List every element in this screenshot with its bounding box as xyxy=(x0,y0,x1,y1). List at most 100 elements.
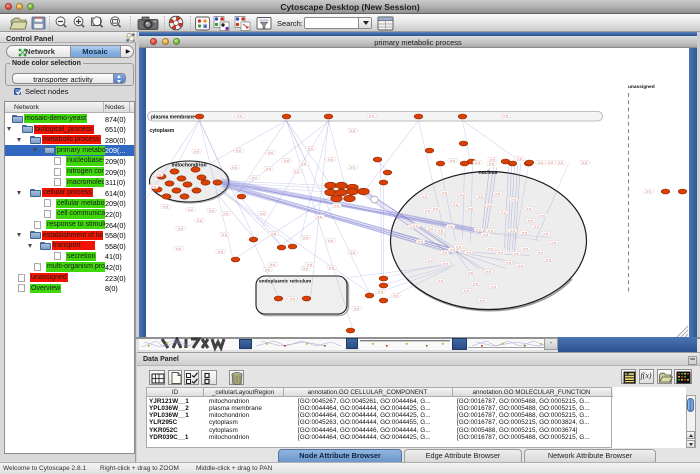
svg-text:[s-p]: [s-p] xyxy=(475,227,480,231)
svg-text:[s-p]: [s-p] xyxy=(645,189,650,193)
svg-text:[s-p]: [s-p] xyxy=(270,231,275,235)
svg-text:[s-p]: [s-p] xyxy=(327,157,332,161)
svg-text:[s-p]: [s-p] xyxy=(327,238,332,242)
svg-text:[s-p]: [s-p] xyxy=(208,208,213,212)
svg-text:[s-p]: [s-p] xyxy=(449,158,454,162)
svg-text:[s-p]: [s-p] xyxy=(502,113,507,117)
svg-text:[s-p]: [s-p] xyxy=(235,148,240,152)
svg-text:[s-p]: [s-p] xyxy=(328,265,333,269)
svg-text:[s-p]: [s-p] xyxy=(539,213,544,217)
svg-text:[s-p]: [s-p] xyxy=(175,246,180,250)
svg-text:[s-p]: [s-p] xyxy=(527,218,532,222)
svg-text:[s-p]: [s-p] xyxy=(486,203,491,207)
svg-text:nucleus: nucleus xyxy=(478,170,497,176)
svg-text:[s-p]: [s-p] xyxy=(222,211,227,215)
svg-text:[s-p]: [s-p] xyxy=(368,113,373,117)
svg-text:[s-p]: [s-p] xyxy=(437,228,442,232)
svg-text:[s-p]: [s-p] xyxy=(510,197,515,201)
svg-text:[s-p]: [s-p] xyxy=(533,224,538,228)
svg-text:[s-p]: [s-p] xyxy=(265,166,270,170)
svg-text:[s-p]: [s-p] xyxy=(155,172,160,176)
svg-text:[s-p]: [s-p] xyxy=(497,250,502,254)
svg-text:[s-p]: [s-p] xyxy=(302,235,307,239)
svg-text:[s-p]: [s-p] xyxy=(217,249,222,253)
svg-text:[s-p]: [s-p] xyxy=(392,293,397,297)
svg-text:[s-p]: [s-p] xyxy=(479,298,484,302)
svg-text:[s-p]: [s-p] xyxy=(193,149,198,153)
svg-text:[s-p]: [s-p] xyxy=(494,191,499,195)
svg-text:[s-p]: [s-p] xyxy=(516,156,521,160)
svg-text:[s-p]: [s-p] xyxy=(452,202,457,206)
svg-text:[s-p]: [s-p] xyxy=(432,206,437,210)
svg-text:[s-p]: [s-p] xyxy=(196,218,201,222)
svg-text:[s-p]: [s-p] xyxy=(441,250,446,254)
svg-text:[s-p]: [s-p] xyxy=(349,250,354,254)
svg-text:[s-p]: [s-p] xyxy=(537,250,542,254)
svg-text:[s-p]: [s-p] xyxy=(557,160,562,164)
svg-text:[s-p]: [s-p] xyxy=(542,231,547,235)
svg-text:[s-p]: [s-p] xyxy=(221,232,226,236)
svg-text:[s-p]: [s-p] xyxy=(300,161,305,165)
svg-text:[s-p]: [s-p] xyxy=(488,161,493,165)
svg-text:[s-p]: [s-p] xyxy=(187,207,192,211)
svg-text:[s-p]: [s-p] xyxy=(150,184,155,188)
svg-text:[s-p]: [s-p] xyxy=(505,260,510,264)
svg-text:[s-p]: [s-p] xyxy=(349,128,354,132)
svg-text:[s-p]: [s-p] xyxy=(500,210,505,214)
svg-text:[s-p]: [s-p] xyxy=(421,194,426,198)
svg-text:[s-p]: [s-p] xyxy=(427,226,432,230)
svg-text:[s-p]: [s-p] xyxy=(162,204,167,208)
svg-text:[s-p]: [s-p] xyxy=(267,150,272,154)
svg-text:[s-p]: [s-p] xyxy=(259,211,264,215)
svg-text:[s-p]: [s-p] xyxy=(482,232,487,236)
svg-text:[s-p]: [s-p] xyxy=(236,113,241,117)
svg-text:[s-p]: [s-p] xyxy=(485,269,490,273)
svg-text:[s-p]: [s-p] xyxy=(377,289,382,293)
svg-text:[s-p]: [s-p] xyxy=(474,160,479,164)
svg-text:[s-p]: [s-p] xyxy=(465,250,470,254)
svg-text:[s-p]: [s-p] xyxy=(459,192,464,196)
svg-text:[s-p]: [s-p] xyxy=(269,262,274,266)
svg-text:[s-p]: [s-p] xyxy=(467,270,472,274)
svg-text:[s-p]: [s-p] xyxy=(477,194,482,198)
svg-text:[s-p]: [s-p] xyxy=(487,228,492,232)
svg-text:[s-p]: [s-p] xyxy=(437,278,442,282)
svg-text:[s-p]: [s-p] xyxy=(487,246,492,250)
svg-text:[s-p]: [s-p] xyxy=(489,157,494,161)
svg-text:[s-p]: [s-p] xyxy=(417,239,422,243)
svg-text:[s-p]: [s-p] xyxy=(316,214,321,218)
svg-text:[s-p]: [s-p] xyxy=(353,306,358,310)
svg-text:[s-p]: [s-p] xyxy=(307,146,312,150)
svg-text:plasma membrane: plasma membrane xyxy=(151,114,195,120)
svg-text:[s-p]: [s-p] xyxy=(517,263,522,267)
svg-text:[s-p]: [s-p] xyxy=(293,169,298,173)
svg-text:[s-p]: [s-p] xyxy=(581,160,586,164)
svg-text:[s-p]: [s-p] xyxy=(427,258,432,262)
svg-text:[s-p]: [s-p] xyxy=(442,261,447,265)
svg-text:unassigned: unassigned xyxy=(628,84,655,90)
svg-text:[s-p]: [s-p] xyxy=(525,206,530,210)
svg-text:[s-p]: [s-p] xyxy=(467,206,472,210)
svg-text:[s-p]: [s-p] xyxy=(550,240,555,244)
svg-text:[s-p]: [s-p] xyxy=(424,208,429,212)
svg-text:[s-p]: [s-p] xyxy=(302,266,307,270)
svg-text:[s-p]: [s-p] xyxy=(349,165,354,169)
svg-text:[s-p]: [s-p] xyxy=(283,158,288,162)
svg-text:[s-p]: [s-p] xyxy=(264,267,269,271)
svg-text:[s-p]: [s-p] xyxy=(509,228,514,232)
svg-text:[s-p]: [s-p] xyxy=(306,262,311,266)
svg-text:cytoplasm: cytoplasm xyxy=(149,128,174,134)
svg-text:[s-p]: [s-p] xyxy=(177,226,182,230)
svg-text:[s-p]: [s-p] xyxy=(455,244,460,248)
svg-text:[s-p]: [s-p] xyxy=(441,190,446,194)
svg-text:[s-p]: [s-p] xyxy=(545,257,550,261)
svg-text:[s-p]: [s-p] xyxy=(231,165,236,169)
svg-text:[s-p]: [s-p] xyxy=(251,175,256,179)
svg-text:[s-p]: [s-p] xyxy=(472,281,477,285)
svg-text:endoplasmic reticulum: endoplasmic reticulum xyxy=(259,278,311,284)
svg-text:mitochondrion: mitochondrion xyxy=(171,162,206,168)
svg-text:[s-p]: [s-p] xyxy=(463,288,468,292)
svg-text:[s-p]: [s-p] xyxy=(447,224,452,228)
svg-text:[s-p]: [s-p] xyxy=(412,223,417,227)
svg-text:[s-p]: [s-p] xyxy=(490,284,495,288)
